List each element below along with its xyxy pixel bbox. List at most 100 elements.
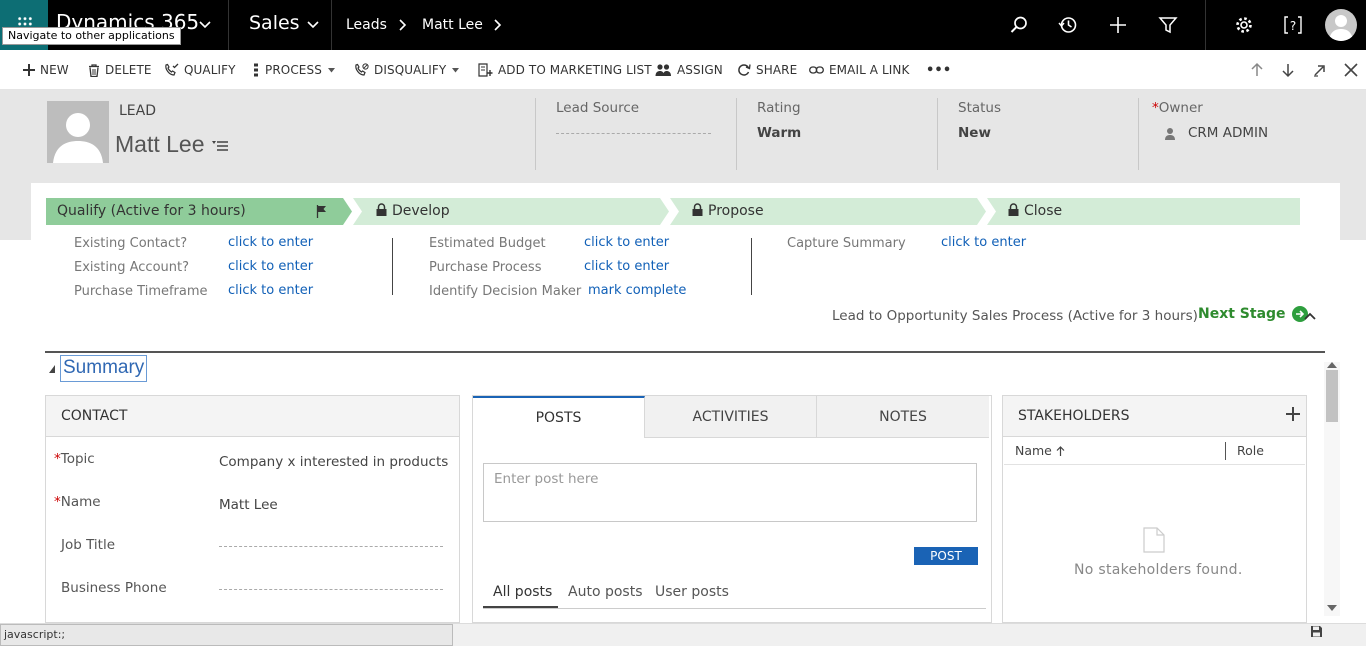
top-nav-bar: Dynamics 365 Sales Leads Matt Lee ? xyxy=(0,0,1366,50)
header-field-rating: Rating Warm xyxy=(736,98,936,170)
stakeholders-panel: STAKEHOLDERS xyxy=(1002,395,1307,623)
status-value[interactable]: New xyxy=(958,125,1137,141)
active-filter-indicator xyxy=(483,606,558,608)
bpf-step-value[interactable]: click to enter xyxy=(228,235,313,250)
process-button[interactable]: PROCESS xyxy=(253,62,340,78)
bpf-step-label: Identify Decision Maker xyxy=(429,284,582,299)
empty-grid-message: No stakeholders found. xyxy=(1074,562,1243,578)
plus-icon[interactable] xyxy=(1108,15,1128,35)
post-input[interactable]: Enter post here xyxy=(483,463,977,522)
next-stage-button[interactable]: Next Stage xyxy=(1198,306,1308,322)
bpf-step-value[interactable]: mark complete xyxy=(588,283,686,298)
job-title-field[interactable] xyxy=(219,546,443,547)
bpf-step-label: Estimated Budget xyxy=(429,236,546,251)
browser-status-url: javascript:; xyxy=(0,624,453,646)
bpf-step-label: Purchase Timeframe xyxy=(74,284,208,299)
name-label: *Name xyxy=(54,494,101,510)
stage-close[interactable]: Close xyxy=(1008,198,1062,225)
tab-notes[interactable]: NOTES xyxy=(817,396,989,438)
share-label: SHARE xyxy=(756,63,798,77)
section-title[interactable]: Summary xyxy=(60,355,148,382)
history-icon[interactable] xyxy=(1058,15,1078,35)
stage-propose[interactable]: Propose xyxy=(692,198,764,225)
header-field-lead-source: Lead Source xyxy=(535,98,735,170)
column-role[interactable]: Role xyxy=(1237,443,1264,458)
email-link-button[interactable]: EMAIL A LINK xyxy=(809,62,909,78)
breadcrumb-record[interactable]: Matt Lee xyxy=(422,17,483,33)
column-name[interactable]: Name xyxy=(1015,443,1065,458)
post-button[interactable]: POST xyxy=(914,547,978,565)
bpf-step-value[interactable]: click to enter xyxy=(941,235,1026,250)
tab-posts[interactable]: POSTS xyxy=(473,396,645,438)
topic-field[interactable]: Company x interested in products xyxy=(219,454,448,470)
owner-lookup[interactable]: CRM ADMIN xyxy=(1152,125,1338,141)
disqualify-button[interactable]: DISQUALIFY xyxy=(354,62,464,78)
scroll-down-icon[interactable] xyxy=(1327,605,1337,611)
owner-label: *Owner xyxy=(1152,100,1338,116)
search-icon[interactable] xyxy=(1009,15,1029,35)
lead-avatar[interactable] xyxy=(47,101,109,163)
add-to-marketing-list-button[interactable]: ADD TO MARKETING LIST xyxy=(478,62,652,78)
bpf-column-divider xyxy=(392,238,393,295)
share-button[interactable]: SHARE xyxy=(737,62,797,78)
close-icon[interactable] xyxy=(1343,62,1359,78)
stage-propose-label: Propose xyxy=(708,203,764,219)
process-info: Lead to Opportunity Sales Process (Activ… xyxy=(832,308,1198,324)
filter-user-posts[interactable]: User posts xyxy=(655,584,729,600)
business-phone-field[interactable] xyxy=(219,589,443,590)
bpf-step-label: Purchase Process xyxy=(429,260,542,275)
lead-source-input[interactable] xyxy=(556,133,711,134)
qualify-button[interactable]: QUALIFY xyxy=(164,62,236,78)
user-icon xyxy=(1165,127,1175,140)
save-icon[interactable] xyxy=(1310,625,1323,638)
nav-divider xyxy=(228,0,229,50)
rating-label: Rating xyxy=(757,100,801,116)
email-link-label: EMAIL A LINK xyxy=(829,63,910,77)
more-commands-button[interactable]: ••• xyxy=(926,62,951,78)
topic-label-text: Topic xyxy=(60,451,95,467)
arrow-down-icon[interactable] xyxy=(1280,62,1296,78)
sort-ascending-icon xyxy=(1056,446,1065,456)
help-icon[interactable]: ? xyxy=(1283,15,1303,35)
rating-value[interactable]: Warm xyxy=(757,125,936,141)
user-avatar[interactable] xyxy=(1325,9,1357,41)
chevron-down-icon[interactable] xyxy=(199,19,211,31)
new-label: NEW xyxy=(40,63,69,77)
scrollbar-thumb[interactable] xyxy=(1326,370,1338,422)
tab-activities[interactable]: ACTIVITIES xyxy=(645,396,817,438)
filter-all-posts[interactable]: All posts xyxy=(493,584,552,600)
stage-develop-label: Develop xyxy=(392,203,450,219)
bpf-step-value[interactable]: click to enter xyxy=(228,283,313,298)
caret-down-icon xyxy=(327,67,335,72)
people-icon xyxy=(655,64,671,76)
form-selector-icon[interactable] xyxy=(212,140,229,152)
popout-icon[interactable] xyxy=(1312,62,1328,78)
filter-auto-posts[interactable]: Auto posts xyxy=(568,584,642,600)
gear-icon[interactable] xyxy=(1234,15,1254,35)
add-stakeholder-icon[interactable] xyxy=(1286,407,1300,421)
phone-check-icon xyxy=(165,63,179,76)
topic-label: *Topic xyxy=(54,451,95,467)
scroll-up-icon[interactable] xyxy=(1327,362,1337,368)
chevron-down-icon[interactable] xyxy=(307,19,319,31)
assign-button[interactable]: ASSIGN xyxy=(655,62,723,78)
filter-icon[interactable] xyxy=(1158,15,1178,35)
bpf-step-value[interactable]: click to enter xyxy=(228,259,313,274)
nav-divider xyxy=(1205,0,1206,50)
breadcrumb-leads[interactable]: Leads xyxy=(346,17,387,33)
stage-qualify[interactable]: Qualify (Active for 3 hours) xyxy=(57,198,246,225)
chevron-up-icon[interactable] xyxy=(1304,311,1316,321)
collapse-triangle-icon[interactable] xyxy=(49,365,56,373)
bpf-step-value[interactable]: click to enter xyxy=(584,235,669,250)
bpf-step-value[interactable]: click to enter xyxy=(584,259,669,274)
new-button[interactable]: NEW xyxy=(23,62,69,78)
app-launcher-tooltip: Navigate to other applications xyxy=(2,27,181,45)
stage-develop[interactable]: Develop xyxy=(376,198,450,225)
chevron-right-icon[interactable] xyxy=(492,19,502,31)
app-name[interactable]: Sales xyxy=(249,12,300,34)
delete-button[interactable]: DELETE xyxy=(88,62,152,78)
name-field[interactable]: Matt Lee xyxy=(219,497,278,513)
flag-icon xyxy=(316,205,326,218)
business-phone-label: Business Phone xyxy=(61,580,167,596)
arrow-up-icon[interactable] xyxy=(1249,62,1265,78)
